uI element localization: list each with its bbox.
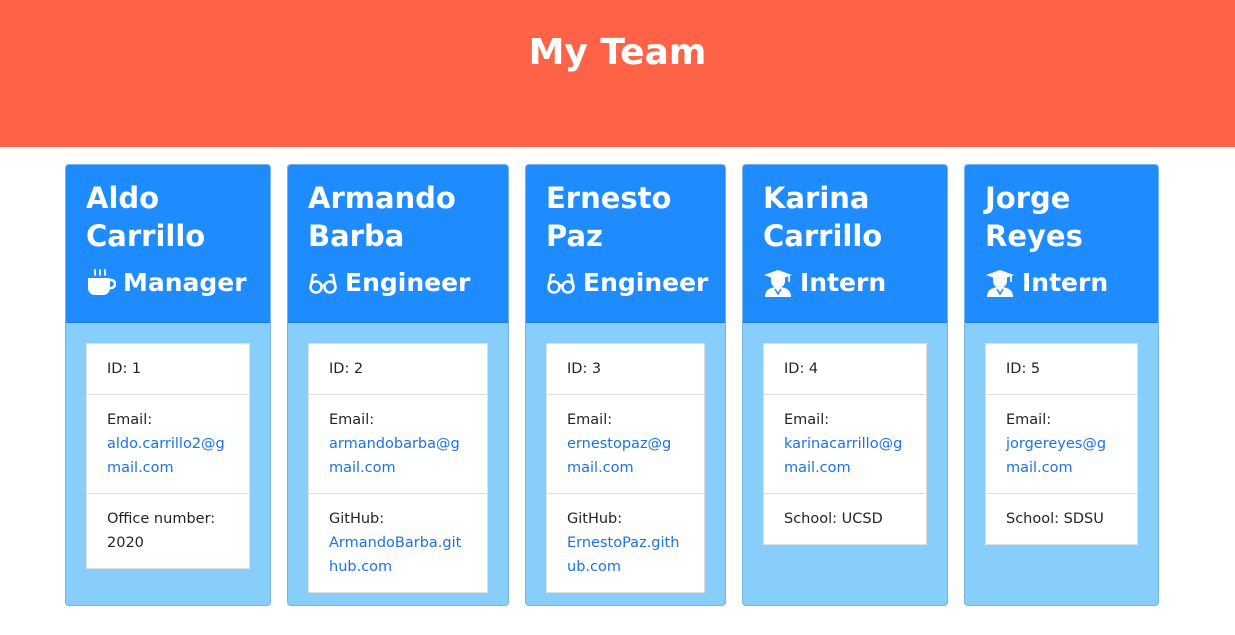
office-item: Office number: 2020 [87, 494, 249, 568]
employee-role: Intern [985, 265, 1108, 301]
role-label: Engineer [345, 268, 471, 297]
info-list: ID: 5 Email: jorgereyes@gmail.com School… [985, 343, 1138, 545]
employee-name: Jorge Reyes [985, 181, 1083, 253]
info-list: ID: 2 Email: armandobarba@gmail.com GitH… [308, 343, 488, 593]
email-item: Email: jorgereyes@gmail.com [986, 395, 1137, 494]
glasses-icon [308, 268, 338, 298]
email-item: Email: ernestopaz@gmail.com [547, 395, 704, 494]
card-header: Jorge Reyes Intern [965, 165, 1158, 323]
email-item: Email: armandobarba@gmail.com [309, 395, 487, 494]
school-item: School: UCSD [784, 511, 883, 527]
github-label: GitHub: [567, 511, 623, 527]
email-link[interactable]: ernestopaz@gmail.com [567, 436, 671, 476]
card-header: Armando Barba Engineer [288, 165, 508, 323]
graduate-icon [985, 268, 1015, 298]
employee-card-engineer: Ernesto Paz Engineer ID: 3 Email: ernest… [525, 164, 726, 606]
employee-name: Aldo Carrillo [86, 181, 206, 253]
role-label: Manager [123, 268, 247, 297]
email-label: Email: [784, 412, 830, 428]
role-label: Engineer [583, 268, 709, 297]
email-item: Email: karinacarrillo@gmail.com [764, 395, 926, 494]
github-link[interactable]: ErnestoPaz.github.com [567, 535, 679, 575]
email-label: Email: [567, 412, 613, 428]
employee-role: Engineer [308, 265, 470, 301]
employee-name: Armando Barba [308, 181, 456, 253]
card-header: Aldo Carrillo Manager [66, 165, 270, 323]
role-label: Intern [800, 268, 887, 297]
info-list: ID: 1 Email: aldo.carrillo2@gmail.com Of… [86, 343, 250, 569]
email-label: Email: [329, 412, 375, 428]
page-title: My Team [528, 32, 707, 73]
employee-role: Manager [86, 265, 247, 301]
email-link[interactable]: aldo.carrillo2@gmail.com [107, 436, 225, 476]
github-label: GitHub: [329, 511, 385, 527]
role-label: Intern [1022, 268, 1109, 297]
graduate-icon [763, 268, 793, 298]
office-label: Office number: [107, 511, 216, 527]
id-item: ID: 2 [309, 344, 487, 395]
id-item: ID: 5 [986, 344, 1137, 395]
employee-name: Ernesto Paz [546, 181, 672, 253]
email-link[interactable]: karinacarrillo@gmail.com [784, 436, 902, 476]
card-header: Karina Carrillo Intern [743, 165, 947, 323]
github-item: GitHub: ErnestoPaz.github.com [547, 494, 704, 592]
id-item: ID: 1 [87, 344, 249, 395]
email-link[interactable]: jorgereyes@gmail.com [1006, 436, 1106, 476]
id-item: ID: 4 [764, 344, 926, 395]
email-label: Email: [1006, 412, 1052, 428]
github-link[interactable]: ArmandoBarba.github.com [329, 535, 461, 575]
glasses-icon [546, 268, 576, 298]
id-item: ID: 3 [547, 344, 704, 395]
email-link[interactable]: armandobarba@gmail.com [329, 436, 460, 476]
employee-card-intern: Karina Carrillo Intern ID: 4 Email: kari… [742, 164, 948, 606]
employee-card-manager: Aldo Carrillo Manager ID: 1 Email: aldo.… [65, 164, 271, 606]
mug-icon [86, 268, 116, 298]
info-list: ID: 4 Email: karinacarrillo@gmail.com Sc… [763, 343, 927, 545]
employee-role: Intern [763, 265, 886, 301]
employee-card-intern: Jorge Reyes Intern ID: 5 Email: jorgerey… [964, 164, 1159, 606]
employee-card-engineer: Armando Barba Engineer ID: 2 Email: arma… [287, 164, 509, 606]
page-header: My Team [0, 0, 1235, 147]
employee-name: Karina Carrillo [763, 181, 883, 253]
github-item: GitHub: ArmandoBarba.github.com [309, 494, 487, 592]
info-list: ID: 3 Email: ernestopaz@gmail.com GitHub… [546, 343, 705, 593]
email-item: Email: aldo.carrillo2@gmail.com [87, 395, 249, 494]
email-label: Email: [107, 412, 153, 428]
employee-role: Engineer [546, 265, 708, 301]
card-header: Ernesto Paz Engineer [526, 165, 725, 323]
office-number: 2020 [107, 535, 144, 551]
school-item: School: SDSU [1006, 511, 1104, 527]
